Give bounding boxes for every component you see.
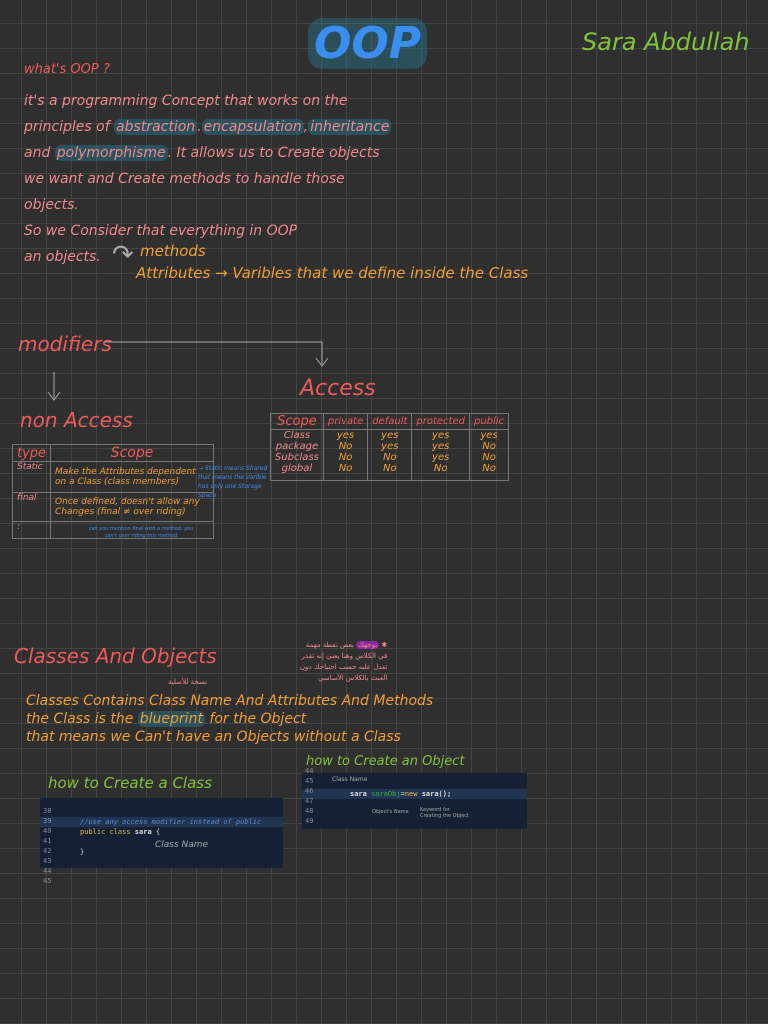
code-variable: saraObj — [371, 790, 401, 798]
cell: No — [468, 441, 510, 452]
highlight: blueprint — [137, 711, 205, 727]
create-object-heading: how to Create an Object — [306, 754, 465, 769]
code-type: sara — [350, 790, 367, 798]
class-name-annotation: Class Name — [332, 776, 368, 783]
table-row: Class yes yes yes yes — [270, 429, 510, 441]
classes-line-start: the Class is the — [26, 711, 134, 727]
code-class-name: sara — [134, 828, 152, 836]
col-header: protected — [411, 413, 470, 430]
access-table: Scope private default protected public Class… — [270, 413, 510, 481]
cell: No — [322, 441, 369, 452]
code-brace: { — [155, 828, 161, 836]
cell: final — [11, 492, 52, 522]
table-row: Static Make the Attributes dependent on a… — [11, 461, 214, 493]
classes-text: Classes Contains Class Name And Attribut… — [26, 692, 433, 746]
create-class-code: //use any access modifier instead of pub… — [40, 798, 283, 885]
table-row: final Once defined, doesn't allow any Cha… — [11, 492, 214, 522]
cell: yes — [367, 441, 413, 452]
col-header: Scope — [270, 413, 324, 430]
arabic-small-note: نسخة للأصلية — [168, 678, 208, 686]
cell: Class — [270, 429, 324, 441]
cell: yes — [468, 429, 510, 441]
line-number: 39 — [43, 817, 52, 825]
create-class-heading: how to Create a Class — [48, 774, 212, 792]
static-note: → Static means Shared that means the Var… — [198, 465, 268, 499]
line-number: 49 — [305, 817, 314, 825]
table-row: Subclass No No yes No — [270, 452, 510, 463]
classes-heading: Classes And Objects — [14, 644, 217, 668]
cell: No — [411, 463, 470, 481]
star-icon: ✱ — [381, 641, 388, 649]
line-number: 45 — [305, 777, 314, 785]
cell: Subclass — [270, 452, 324, 463]
cell: No — [322, 463, 369, 481]
col-header: default — [367, 413, 413, 430]
cell: No — [367, 463, 413, 481]
arabic-line: العبث بالكلاس الأساسي — [317, 674, 388, 682]
arabic-note: ✱ بوجهك بعض نقطة مهمة في الكلاس وهنا يعن… — [300, 640, 387, 684]
line-number: 47 — [305, 797, 314, 805]
classes-line-rest: for the Object — [204, 711, 307, 727]
classes-line: Classes Contains Class Name And Attribut… — [26, 693, 434, 709]
cell: yes — [322, 429, 369, 441]
create-object-code: sara saraObj=new sara(); Class Name Obje… — [302, 767, 527, 829]
non-access-table: type Scope Static Make the Attributes depe… — [11, 444, 214, 539]
arabic-line: ✱ بوجهك بعض نقطة مهمة — [300, 640, 387, 651]
cell: No — [468, 463, 510, 481]
line-number: 43 — [43, 857, 52, 865]
arrows — [47, 341, 329, 401]
class-name-annotation: Class Name — [155, 840, 209, 850]
line-number: 44 — [305, 767, 314, 775]
col-header: private — [322, 413, 369, 430]
cell: global — [270, 463, 324, 481]
keyword-annotation: Keyword for Creating the Object — [420, 807, 469, 819]
arabic-line: في الكلاس وهنا يعني إنه تقدر — [301, 652, 388, 660]
line-number: 44 — [43, 867, 52, 875]
table-row: package No yes yes No — [270, 441, 510, 452]
code-keyword: new — [404, 790, 418, 798]
code-brace: } — [80, 848, 85, 856]
cell: yes — [367, 429, 413, 441]
code-line: public class sara { — [40, 827, 283, 837]
line-number: 48 — [305, 807, 314, 815]
col-scope: Scope — [50, 444, 214, 462]
table-row: global No No No No — [270, 463, 510, 481]
code-keyword: public class — [80, 828, 131, 836]
col-header: public — [468, 413, 510, 430]
code-constructor: sara(); — [421, 790, 452, 798]
arabic-line: تعدل عليه حسب احتياجك دون — [300, 663, 388, 671]
cell: yes — [411, 429, 470, 441]
cell: yes — [411, 452, 470, 463]
access-heading: Access — [300, 376, 376, 401]
cell: Make the Attributes dependent on a Class… — [50, 461, 214, 493]
cell: Once defined, doesn't allow any Changes … — [50, 492, 214, 522]
code-comment: //use any access modifier instead of pub… — [80, 818, 262, 826]
cell: No — [468, 452, 510, 463]
cell: : — [11, 521, 52, 539]
classes-line: the Class is the blueprint for the Objec… — [26, 710, 433, 728]
code-line: //use any access modifier instead of pub… — [40, 817, 283, 827]
arabic-text: بعض نقطة مهمة — [305, 641, 354, 649]
cell: No — [322, 452, 369, 463]
non-access-heading: non Access — [20, 408, 133, 432]
line-number: 38 — [43, 807, 52, 815]
line-number: 40 — [43, 827, 52, 835]
cell: No — [367, 452, 413, 463]
cell: package — [270, 441, 324, 452]
classes-line: that means we Can't have an Objects with… — [26, 729, 401, 745]
line-number: 46 — [305, 787, 314, 795]
cell: Static — [11, 461, 52, 493]
line-number: 41 — [43, 837, 52, 845]
col-type: type — [11, 444, 52, 462]
cell: yes — [411, 441, 470, 452]
line-number: 42 — [43, 847, 52, 855]
object-name-annotation: Object's Name — [372, 809, 409, 815]
code-line: sara saraObj=new sara(); — [302, 789, 527, 799]
final-note: can you mention final with a method, you… — [88, 526, 194, 539]
highlight: بوجهك — [356, 641, 380, 649]
line-number: 45 — [43, 877, 52, 885]
